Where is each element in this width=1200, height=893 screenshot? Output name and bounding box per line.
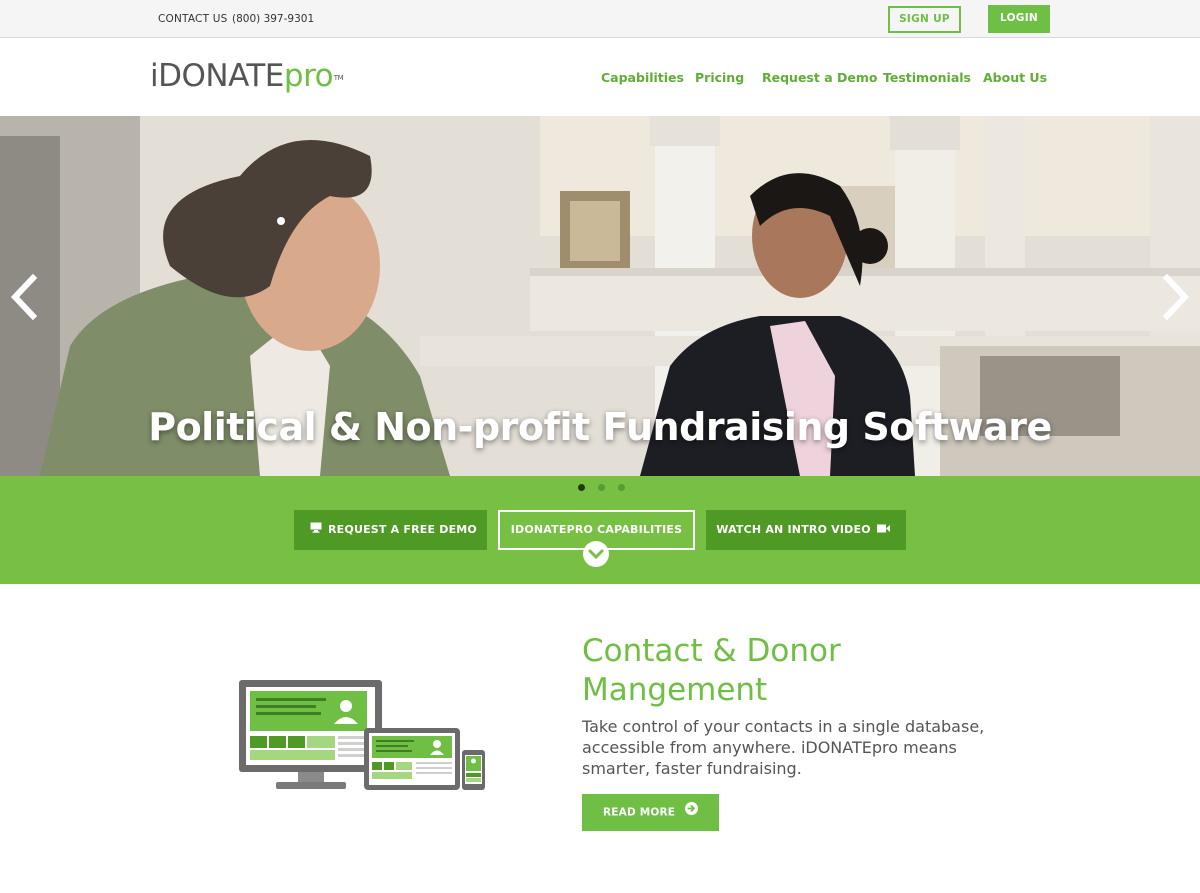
nav-capabilities[interactable]: Capabilities [601, 70, 684, 85]
watch-video-label: WATCH AN INTRO VIDEO [716, 523, 871, 536]
phone-number[interactable]: (800) 397-9301 [232, 13, 314, 25]
logo[interactable]: iDONATEpro TM [150, 58, 344, 94]
slide-dot-3[interactable] [618, 484, 625, 491]
chevron-left-icon[interactable] [9, 274, 39, 320]
watch-video-button[interactable]: WATCH AN INTRO VIDEO [706, 510, 906, 550]
hero-slider: Political & Non-profit Fundraising Softw… [0, 116, 1200, 476]
chevron-right-icon[interactable] [1161, 274, 1191, 320]
contact-us-link[interactable]: CONTACT US [158, 13, 227, 25]
slide-dot-2[interactable] [598, 484, 605, 491]
login-button[interactable]: LOGIN [988, 5, 1050, 33]
sign-up-button[interactable]: SIGN UP [888, 6, 961, 33]
utility-bar: CONTACT US (800) 397-9301 SIGN UP LOGIN [0, 0, 1200, 38]
feature-title: Contact & Donor Mangement [582, 633, 841, 708]
nav-pricing[interactable]: Pricing [695, 70, 744, 85]
chevron-down-icon[interactable] [583, 541, 609, 567]
logo-trademark: TM [333, 74, 344, 82]
nav-testimonials[interactable]: Testimonials [883, 70, 971, 85]
cta-strip: REQUEST A FREE DEMO IDONATEPRO CAPABILIT… [0, 476, 1200, 584]
read-more-button[interactable]: READ MORE [582, 794, 719, 831]
nav-request-demo[interactable]: Request a Demo [762, 70, 877, 85]
capabilities-label: IDONATEPRO CAPABILITIES [510, 523, 683, 536]
logo-main: iDONATE [150, 58, 284, 94]
request-demo-button[interactable]: REQUEST A FREE DEMO [294, 510, 487, 550]
logo-suffix: pro [283, 58, 334, 94]
request-demo-label: REQUEST A FREE DEMO [328, 523, 477, 536]
read-more-label: READ MORE [602, 806, 676, 819]
hero-title: Political & Non-profit Fundraising Softw… [148, 405, 1052, 449]
devices-illustration [236, 676, 488, 798]
nav-about-us[interactable]: About Us [983, 70, 1047, 85]
monitor-icon [310, 510, 322, 550]
site-header: iDONATEpro TM Capabilities Pricing Reques… [0, 38, 1200, 116]
feature-description: Take control of your contacts in a singl… [582, 717, 985, 778]
arrow-right-circle-icon [685, 794, 699, 831]
video-camera-icon [876, 510, 890, 550]
slide-dot-1[interactable] [578, 484, 585, 491]
